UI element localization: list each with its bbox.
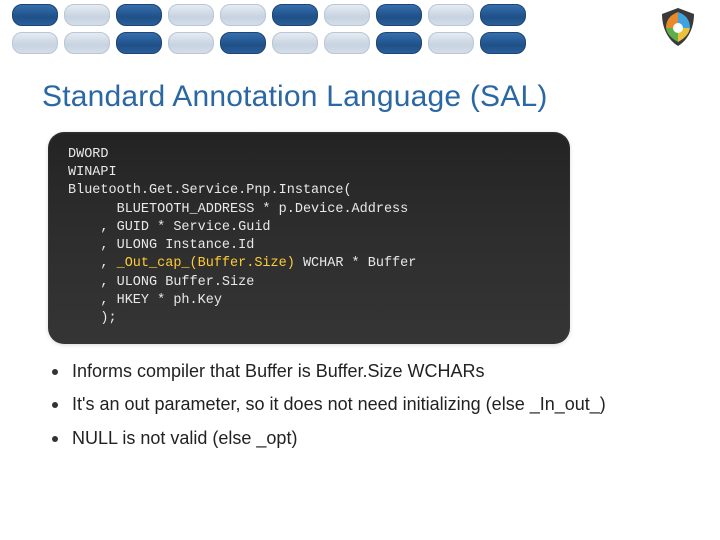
pill-icon	[168, 4, 214, 26]
code-line: , ULONG Instance.Id	[68, 237, 550, 255]
pill-icon	[12, 32, 58, 54]
pill-icon	[116, 32, 162, 54]
bullet-dot-icon	[52, 402, 58, 408]
pill-icon	[376, 32, 422, 54]
pill-icon	[272, 32, 318, 54]
pill-icon	[272, 4, 318, 26]
pill-icon	[116, 4, 162, 26]
sal-annotation-highlight: _Out_cap_(Buffer.Size)	[117, 256, 295, 271]
pill-icon	[324, 4, 370, 26]
pill-icon	[480, 4, 526, 26]
bullet-text: NULL is not valid (else _opt)	[72, 427, 680, 450]
pill-icon	[376, 4, 422, 26]
pill-icon	[220, 32, 266, 54]
bullet-item: It's an out parameter, so it does not ne…	[52, 393, 680, 416]
bullet-dot-icon	[52, 369, 58, 375]
code-line: , GUID * Service.Guid	[68, 219, 550, 237]
bullet-text: It's an out parameter, so it does not ne…	[72, 393, 680, 416]
pill-icon	[64, 4, 110, 26]
pill-icon	[324, 32, 370, 54]
shield-logo-icon	[656, 6, 700, 50]
bullet-list: Informs compiler that Buffer is Buffer.S…	[52, 360, 680, 460]
code-line: );	[68, 310, 550, 328]
bullet-text: Informs compiler that Buffer is Buffer.S…	[72, 360, 680, 383]
pill-icon	[428, 4, 474, 26]
code-panel: DWORD WINAPI Bluetooth.Get.Service.Pnp.I…	[48, 132, 570, 344]
code-line: DWORD	[68, 146, 550, 164]
pill-row	[12, 4, 572, 54]
bullet-item: Informs compiler that Buffer is Buffer.S…	[52, 360, 680, 383]
slide-title: Standard Annotation Language (SAL)	[42, 80, 548, 114]
pill-icon	[64, 32, 110, 54]
code-line: Bluetooth.Get.Service.Pnp.Instance(	[68, 182, 550, 200]
code-line-highlight: , _Out_cap_(Buffer.Size) WCHAR * Buffer	[68, 255, 550, 273]
bullet-item: NULL is not valid (else _opt)	[52, 427, 680, 450]
pill-icon	[220, 4, 266, 26]
code-line: BLUETOOTH_ADDRESS * p.Device.Address	[68, 201, 550, 219]
bullet-dot-icon	[52, 436, 58, 442]
pill-icon	[480, 32, 526, 54]
decorative-top-band	[0, 0, 720, 58]
pill-icon	[428, 32, 474, 54]
code-line: , ULONG Buffer.Size	[68, 274, 550, 292]
pill-icon	[12, 4, 58, 26]
code-line: WINAPI	[68, 164, 550, 182]
code-line: , HKEY * ph.Key	[68, 292, 550, 310]
pill-icon	[168, 32, 214, 54]
